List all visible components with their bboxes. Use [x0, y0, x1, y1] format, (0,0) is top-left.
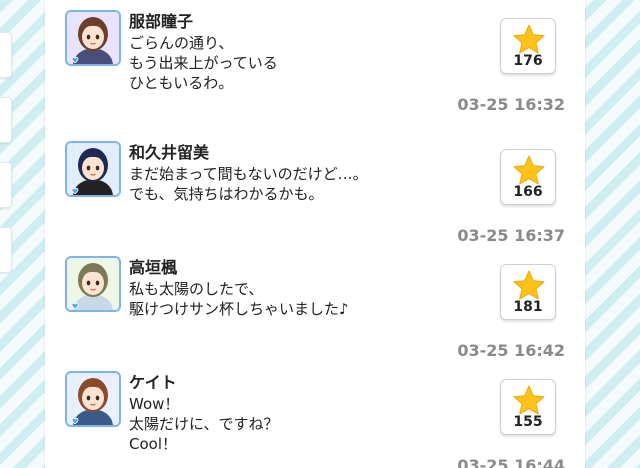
- star-icon: [513, 24, 545, 54]
- post-message: まだ始まって間もないのだけど…。 でも、気持ちはわかるかも。: [129, 164, 368, 204]
- like-button[interactable]: 166: [500, 149, 556, 205]
- side-tab[interactable]: [0, 227, 12, 273]
- character-portrait: [67, 12, 119, 64]
- message-line: まだ始まって間もないのだけど…。: [129, 165, 368, 183]
- post-message: ごらんの通り、 もう出来上がっている ひともいるわ。: [129, 33, 278, 93]
- character-portrait: [67, 258, 119, 310]
- message-line: Cool！: [129, 435, 177, 453]
- message-line: 私も太陽のしたで、: [129, 280, 264, 298]
- avatar[interactable]: [65, 256, 121, 312]
- like-count: 176: [513, 53, 543, 69]
- post-item: ケイト Wow！ 太陽だけに、ですね？ Cool！ 155 03-25 16:4…: [45, 361, 585, 468]
- star-icon: [513, 155, 545, 185]
- message-line: 太陽だけに、ですね？: [129, 415, 279, 433]
- side-tab[interactable]: [0, 97, 12, 143]
- post-message: 私も太陽のしたで、 駆けつけサン杯しちゃいました♪: [129, 279, 349, 319]
- message-line: Wow！: [129, 395, 180, 413]
- post-item: 高垣楓 私も太陽のしたで、 駆けつけサン杯しちゃいました♪ 181 03-25 …: [45, 246, 585, 361]
- message-line: もう出来上がっている: [129, 54, 278, 72]
- post-timestamp: 03-25 16:37: [457, 226, 565, 245]
- poster-name: ケイト: [129, 373, 177, 392]
- message-line: でも、気持ちはわかるかも。: [129, 185, 324, 203]
- character-portrait: [67, 373, 119, 425]
- avatar[interactable]: [65, 371, 121, 427]
- post-message: Wow！ 太陽だけに、ですね？ Cool！: [129, 394, 279, 454]
- message-line: ひともいるわ。: [129, 74, 234, 92]
- like-count: 155: [513, 414, 543, 430]
- avatar[interactable]: [65, 10, 121, 66]
- side-tab[interactable]: [0, 32, 12, 78]
- like-button[interactable]: 155: [500, 379, 556, 435]
- message-line: ごらんの通り、: [129, 34, 234, 52]
- star-icon: [513, 270, 545, 300]
- side-tab[interactable]: [0, 162, 12, 208]
- like-button[interactable]: 176: [500, 18, 556, 74]
- post-timestamp: 03-25 16:42: [457, 341, 565, 360]
- post-item: 服部瞳子 ごらんの通り、 もう出来上がっている ひともいるわ。 176 03-2…: [45, 0, 585, 115]
- star-icon: [513, 385, 545, 415]
- message-line: 駆けつけサン杯しちゃいました♪: [129, 300, 349, 318]
- poster-name: 服部瞳子: [129, 12, 194, 31]
- poster-name: 高垣楓: [129, 258, 178, 277]
- poster-name: 和久井留美: [129, 143, 210, 162]
- like-count: 166: [513, 184, 543, 200]
- character-portrait: [67, 143, 119, 195]
- avatar[interactable]: [65, 141, 121, 197]
- post-feed: 服部瞳子 ごらんの通り、 もう出来上がっている ひともいるわ。 176 03-2…: [45, 0, 585, 468]
- post-timestamp: 03-25 16:44: [457, 456, 565, 468]
- post-item: 和久井留美 まだ始まって間もないのだけど…。 でも、気持ちはわかるかも。 166…: [45, 131, 585, 246]
- like-count: 181: [513, 299, 543, 315]
- post-timestamp: 03-25 16:32: [457, 95, 565, 114]
- like-button[interactable]: 181: [500, 264, 556, 320]
